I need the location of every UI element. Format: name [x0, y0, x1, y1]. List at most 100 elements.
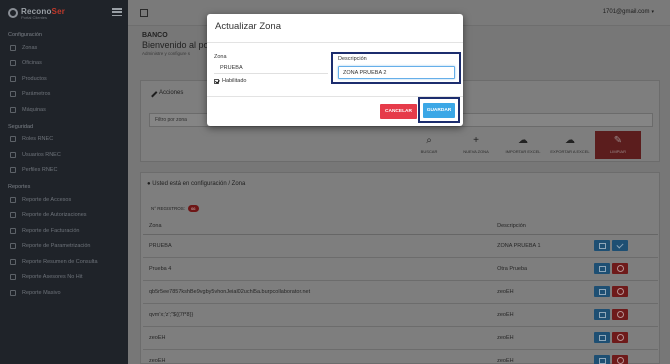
action-label: EXPORTAR A EXCEL: [550, 149, 590, 154]
descripcion-cell: zeoEH: [491, 349, 594, 364]
action-buttons: ⌕ BUSCAR + NUEVA ZONA ☁ IMPORTAR EXCEL ☁ EXPORT…: [407, 131, 644, 159]
edit-button[interactable]: [594, 286, 610, 297]
menu-item-icon: [10, 44, 16, 51]
column-header-zona: Zona: [143, 218, 492, 235]
menu-item-icon: [10, 91, 16, 98]
menu-item-icon: [10, 227, 16, 234]
select-button[interactable]: [612, 240, 628, 251]
edit-button[interactable]: [594, 263, 610, 274]
table-row: zeoEH zeoEH: [143, 326, 658, 350]
descripcion-highlight: Descripción ZONA PRUEBA 2: [331, 52, 461, 84]
sidebar-section-title: Configuración: [8, 32, 42, 38]
menu-item-icon: [10, 151, 16, 158]
import-excel-icon: ☁: [518, 135, 528, 146]
zones-table: Zona Descripción PRUEBA ZONA PRUEBA 1 Prue…: [143, 218, 658, 364]
save-highlight: GUARDAR: [418, 97, 460, 123]
sidebar-section-title: Reportes: [8, 184, 31, 190]
sidebar-item[interactable]: Reporte Masivo: [0, 285, 128, 301]
edit-button[interactable]: [594, 240, 610, 251]
menu-item-icon: [10, 274, 16, 281]
descripcion-cell: zeoEH: [491, 303, 594, 327]
sidebar: ReconoSer Portal Clientes Configuración Z…: [0, 0, 128, 364]
sidebar-item[interactable]: Reporte de Facturación: [0, 223, 128, 239]
save-button[interactable]: GUARDAR: [423, 103, 455, 118]
sidebar-item[interactable]: Máquinas: [0, 102, 128, 118]
user-menu[interactable]: 1701@gmail.com ▾: [603, 9, 654, 15]
menu-item-icon: [10, 212, 16, 219]
menu-item-icon: [10, 196, 16, 203]
breadcrumb: ● Usted está en configuración / Zona: [147, 181, 246, 187]
action-label: NUEVA ZONA: [463, 149, 489, 154]
new-zone-icon: +: [473, 135, 479, 146]
sidebar-item[interactable]: Reporte de Parametrización: [0, 239, 128, 255]
delete-button[interactable]: [612, 332, 628, 343]
sidebar-item-label: Reporte de Accesos: [22, 196, 72, 203]
zona-label: Zona: [214, 54, 227, 60]
menu-item-icon: [10, 60, 16, 67]
zona-field[interactable]: PRUEBA: [214, 62, 328, 74]
sidebar-item[interactable]: Parámetros: [0, 87, 128, 103]
row-actions: [594, 349, 658, 364]
sidebar-item[interactable]: Reporte de Autorizaciones: [0, 208, 128, 224]
table-row: Prueba 4 Otra Prueba: [143, 257, 658, 281]
sidebar-item[interactable]: Oficinas: [0, 56, 128, 72]
descripcion-cell: zeoEH: [491, 280, 594, 304]
delete-button[interactable]: [612, 263, 628, 274]
new-zone-button[interactable]: + NUEVA ZONA: [454, 131, 498, 159]
clear-icon: ✎: [613, 135, 623, 146]
sidebar-item[interactable]: Reporte Resumen de Consulta: [0, 254, 128, 270]
sidebar-item-label: Oficinas: [22, 60, 42, 67]
descripcion-cell: zeoEH: [491, 326, 594, 350]
descripcion-cell: Otra Prueba: [491, 257, 594, 281]
sidebar-item-label: Parámetros: [22, 91, 51, 98]
sidebar-item[interactable]: Zonas: [0, 40, 128, 56]
descripcion-field[interactable]: ZONA PRUEBA 2: [338, 66, 455, 79]
delete-button[interactable]: [612, 355, 628, 364]
import-excel-button[interactable]: ☁ IMPORTAR EXCEL: [501, 131, 545, 159]
wrench-icon: [147, 87, 158, 98]
sidebar-item[interactable]: Usuarios RNEC: [0, 147, 128, 163]
page-subtitle: Administre y configure s: [142, 51, 191, 56]
table-row: qvm'x;'z';"${{7f*8}} zeoEH: [143, 303, 658, 327]
checkbox-checked-icon[interactable]: [214, 78, 219, 84]
sidebar-section-title: Seguridad: [8, 123, 34, 130]
zona-cell: qb5r5ee7857kshBe9vgby5vhonJeial02uchl5a.…: [143, 280, 492, 304]
clear-button[interactable]: ✎ LIMPIAR: [595, 131, 641, 159]
sidebar-item[interactable]: Roles RNEC: [0, 132, 128, 148]
brand: ReconoSer Portal Clientes: [0, 0, 128, 26]
edit-button[interactable]: [594, 309, 610, 320]
chevron-down-icon: ▾: [651, 9, 654, 15]
action-label: BUSCAR: [420, 149, 438, 154]
sidebar-item-label: Reporte Asesores No Hit: [22, 274, 83, 281]
delete-button[interactable]: [612, 286, 628, 297]
row-actions: [594, 234, 658, 258]
sidebar-item[interactable]: Reporte Asesores No Hit: [0, 270, 128, 286]
sidebar-item-label: Máquinas: [22, 106, 46, 113]
hamburger-menu-icon[interactable]: [112, 8, 122, 16]
sidebar-item[interactable]: Perfiles RNEC: [0, 163, 128, 179]
sidebar-item-label: Reporte de Parametrización: [22, 243, 91, 250]
brand-logo-icon: [8, 8, 18, 18]
sidebar-item-label: Perfiles RNEC: [22, 167, 58, 174]
habilitado-checkbox[interactable]: Habilitado: [214, 78, 246, 84]
delete-button[interactable]: [612, 309, 628, 320]
edit-button[interactable]: [594, 355, 610, 364]
zona-cell: zeoEH: [143, 349, 492, 364]
search-button[interactable]: ⌕ BUSCAR: [407, 131, 451, 159]
zona-cell: PRUEBA: [143, 234, 492, 258]
fullscreen-icon[interactable]: [140, 9, 148, 17]
edit-button[interactable]: [594, 332, 610, 343]
zona-cell: Prueba 4: [143, 257, 492, 281]
sidebar-nav: Configuración Zonas Oficinas Productos Parám…: [0, 26, 128, 301]
menu-item-icon: [10, 75, 16, 82]
sidebar-item[interactable]: Productos: [0, 71, 128, 87]
sidebar-item[interactable]: Reporte de Accesos: [0, 192, 128, 208]
record-count: N° REGISTROS: 66: [151, 205, 199, 212]
bank-name: BANCO: [142, 32, 168, 39]
table-row: qb5r5ee7857kshBe9vgby5vhonJeial02uchl5a.…: [143, 280, 658, 304]
column-header-descripcion: Descripción: [491, 218, 594, 235]
export-excel-button[interactable]: ☁ EXPORTAR A EXCEL: [548, 131, 592, 159]
sidebar-item-label: Reporte de Facturación: [22, 227, 80, 234]
zona-cell: zeoEH: [143, 326, 492, 350]
cancel-button[interactable]: CANCELAR: [380, 104, 417, 119]
